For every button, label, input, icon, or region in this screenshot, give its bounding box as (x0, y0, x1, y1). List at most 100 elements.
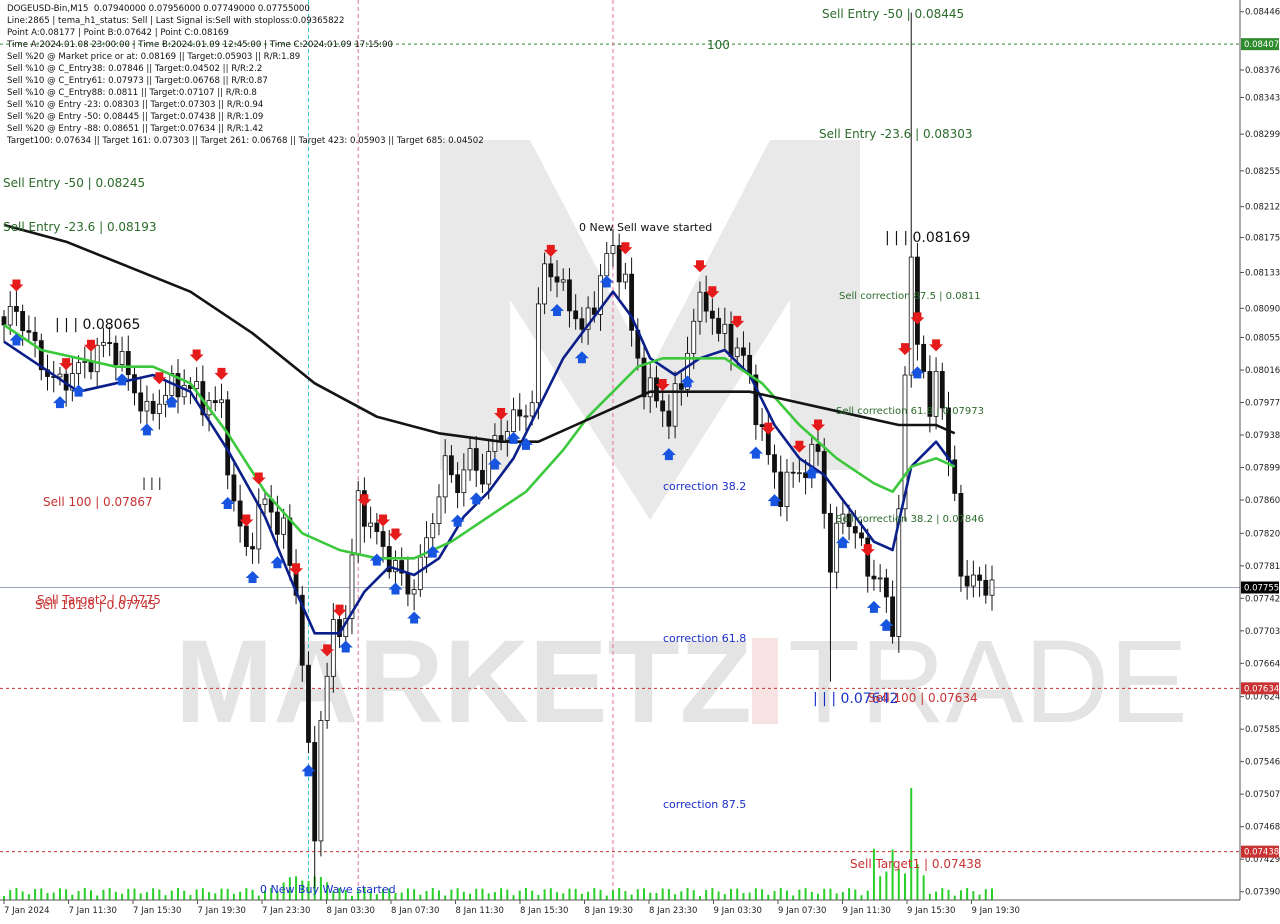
volume-bar (245, 888, 248, 900)
price-tick-label: 0.08016 (1245, 366, 1280, 376)
time-tick-label: 7 Jan 2024 (4, 906, 50, 916)
candle-body (828, 512, 833, 573)
price-tick-label: 0.07585 (1245, 725, 1280, 735)
volume-bar (810, 891, 813, 900)
volume-bar (543, 889, 546, 900)
volume-bar (208, 892, 211, 900)
price-tick-label: 0.07546 (1245, 758, 1280, 768)
volume-bar (83, 888, 86, 900)
candle-body (150, 400, 156, 414)
candle-body (542, 263, 548, 305)
candle-body (219, 399, 224, 404)
candle-body (107, 342, 113, 344)
candle-body (716, 317, 721, 334)
chart-area[interactable]: MARKETZ TRADE Sell Entry -50 | 0.08445 10… (0, 0, 1280, 920)
time-tick-label: 8 Jan 07:30 (391, 906, 439, 916)
volume-bar (587, 891, 590, 900)
price-tick-label: 0.08343 (1245, 94, 1280, 104)
candle-body (498, 435, 504, 441)
candle-body (523, 415, 529, 418)
candle-body (262, 498, 268, 505)
volume-bar (400, 892, 403, 900)
candle-body (821, 451, 827, 514)
chart-annotation: Sell correction 38.2 | 0.07846 (836, 514, 984, 525)
candle-body (921, 343, 927, 372)
volume-bar (866, 890, 869, 900)
price-tick-label: 0.08376 (1245, 66, 1280, 76)
chart-annotation: | | | (142, 476, 162, 490)
candle-body (554, 276, 560, 283)
candle-body (666, 410, 672, 427)
info-line: Sell %20 @ Entry -88: 0.08651 || Target:… (7, 124, 264, 134)
volume-bar (556, 892, 559, 900)
candle-body (678, 383, 684, 390)
price-badge-label: 0.07634 (1244, 684, 1279, 694)
volume-bar (251, 889, 254, 900)
volume-bar (71, 894, 74, 900)
volume-bar (605, 895, 608, 900)
candle-body (312, 741, 318, 842)
candle-body (722, 323, 728, 334)
time-tick-label: 7 Jan 15:30 (133, 906, 181, 916)
volume-bar (661, 888, 664, 900)
candle-body (324, 675, 330, 721)
volume-bar (469, 893, 472, 900)
price-badge-label: 0.07755 (1244, 584, 1279, 594)
chart-annotation: 100 (707, 38, 730, 52)
candle-body (455, 474, 461, 494)
volume-bar (748, 892, 751, 900)
candle-body (691, 320, 697, 354)
volume-bar (910, 788, 913, 900)
volume-bar (27, 894, 30, 900)
price-tick-label: 0.07860 (1245, 496, 1280, 506)
candle-body (480, 469, 485, 485)
time-tick-label: 9 Jan 19:30 (972, 906, 1020, 916)
volume-bar (506, 889, 509, 900)
price-tick-label: 0.08446 (1245, 8, 1280, 18)
volume-bar (928, 893, 931, 900)
volume-bar (226, 888, 229, 900)
volume-bar (500, 888, 503, 900)
candle-body (461, 469, 467, 494)
volume-bar (860, 895, 863, 900)
volume-bar (127, 888, 130, 900)
candle-body (119, 351, 125, 365)
candle-body (579, 318, 585, 330)
candle-body (486, 451, 492, 485)
candle-body (796, 472, 802, 475)
volume-bar (9, 890, 12, 900)
candle-body (163, 394, 168, 405)
candle-body (983, 579, 989, 596)
price-axis[interactable]: 0.08446 0.08376 0.08343 0.08299 0.08255 0.082… (1240, 8, 1280, 898)
candle-body (908, 256, 914, 376)
candle-body (467, 448, 473, 471)
volume-bar (785, 890, 788, 900)
candle-body (194, 381, 200, 389)
candle-body (728, 323, 734, 357)
candle-body (734, 347, 740, 357)
chart-annotation: 0 New Buy Wave started (260, 883, 396, 896)
candle-body (250, 546, 255, 550)
time-tick-label: 9 Jan 07:30 (778, 906, 826, 916)
volume-bar (512, 895, 515, 900)
info-line: Sell %10 @ C_Entry38: 0.07846 || Target:… (7, 64, 263, 74)
time-tick-label: 8 Jan 15:30 (520, 906, 568, 916)
time-axis[interactable]: 7 Jan 2024 7 Jan 11:30 7 Jan 15:30 7 Jan 19… (3, 900, 1020, 916)
volume-bar (848, 888, 851, 900)
time-tick-label: 8 Jan 19:30 (585, 906, 633, 916)
volume-bar (636, 889, 639, 900)
volume-bar (176, 888, 179, 900)
time-tick-label: 7 Jan 19:30 (198, 906, 246, 916)
volume-bar (680, 891, 683, 900)
candle-body (132, 374, 137, 394)
candle-body (622, 273, 628, 283)
info-line: Target100: 0.07634 || Target 161: 0.0730… (7, 136, 484, 146)
volume-bar (879, 876, 882, 900)
candle-body (405, 572, 411, 595)
candle-body (32, 331, 38, 342)
volume-bar (736, 888, 739, 900)
volume-bar (767, 894, 770, 900)
volume-bar (798, 889, 801, 900)
volume-bar (630, 894, 633, 900)
price-tick-label: 0.08055 (1245, 334, 1280, 344)
